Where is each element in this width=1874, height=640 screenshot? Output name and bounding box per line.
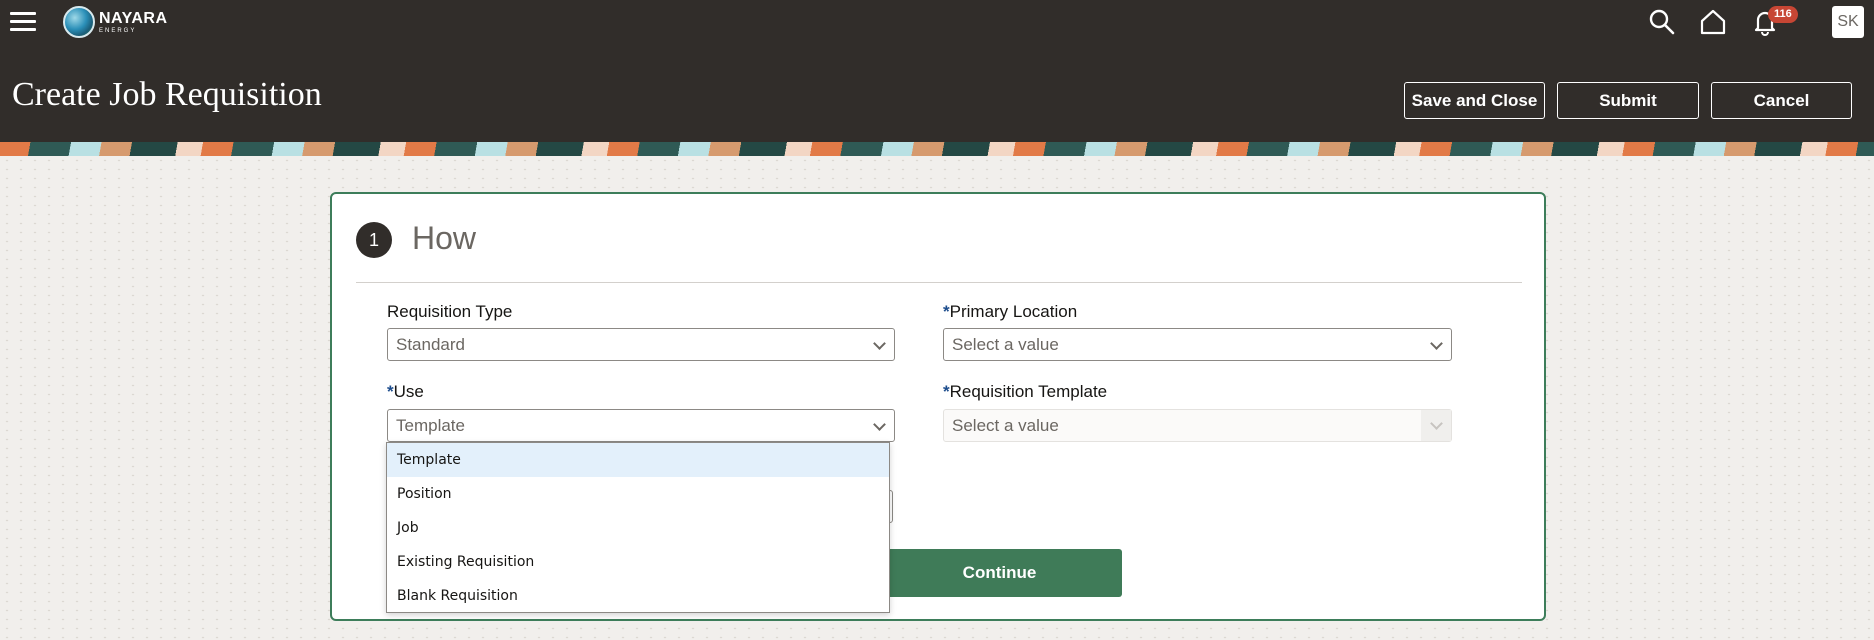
page-title: Create Job Requisition	[12, 76, 322, 113]
submit-button[interactable]: Submit	[1557, 82, 1699, 119]
requisition-type-value: Standard	[396, 335, 465, 354]
chevron-down-icon	[1430, 337, 1443, 350]
save-and-close-button[interactable]: Save and Close	[1404, 82, 1545, 119]
required-indicator: *	[943, 382, 950, 401]
dropdown-option-job[interactable]: Job	[387, 511, 889, 545]
use-label: *Use	[387, 382, 424, 401]
use-value: Template	[396, 416, 465, 435]
primary-location-value: Select a value	[952, 335, 1059, 354]
primary-location-label: *Primary Location	[943, 302, 1078, 321]
logo-globe-icon	[63, 6, 95, 38]
menu-icon[interactable]	[10, 12, 36, 32]
requisition-template-label: *Requisition Template	[943, 382, 1108, 401]
required-indicator: *	[387, 382, 394, 401]
requisition-template-select: Select a value	[943, 409, 1452, 442]
requisition-type-label: Requisition Type	[387, 302, 513, 321]
use-dropdown-list[interactable]: Template Position Job Existing Requisiti…	[386, 442, 890, 613]
global-header: NAYARA ENERGY 116 SK Create Job Requisit…	[0, 0, 1874, 142]
requisition-template-value: Select a value	[952, 416, 1059, 435]
dropdown-option-existing-requisition[interactable]: Existing Requisition	[387, 545, 889, 579]
logo-name: NAYARA	[99, 9, 168, 27]
dropdown-option-position[interactable]: Position	[387, 477, 889, 511]
section-divider	[356, 282, 1522, 283]
requisition-type-select[interactable]: Standard	[387, 328, 895, 361]
continue-button[interactable]: Continue	[877, 549, 1122, 597]
decorative-banner	[0, 142, 1874, 156]
company-logo[interactable]: NAYARA ENERGY	[63, 6, 168, 38]
chevron-down-icon	[1430, 417, 1443, 430]
dropdown-option-blank-requisition[interactable]: Blank Requisition	[387, 579, 889, 613]
use-select[interactable]: Template	[387, 409, 895, 442]
primary-location-select[interactable]: Select a value	[943, 328, 1452, 361]
search-icon[interactable]	[1648, 8, 1676, 36]
chevron-down-icon	[873, 418, 886, 431]
step-number: 1	[356, 222, 392, 258]
cancel-button[interactable]: Cancel	[1711, 82, 1852, 119]
required-indicator: *	[943, 302, 950, 321]
step-title: How	[412, 220, 477, 256]
dropdown-option-template[interactable]: Template	[387, 443, 889, 477]
chevron-down-icon	[873, 337, 886, 350]
logo-subtitle: ENERGY	[99, 27, 137, 34]
home-icon[interactable]	[1699, 8, 1727, 36]
notification-badge: 116	[1768, 6, 1798, 23]
user-avatar[interactable]: SK	[1832, 6, 1864, 38]
